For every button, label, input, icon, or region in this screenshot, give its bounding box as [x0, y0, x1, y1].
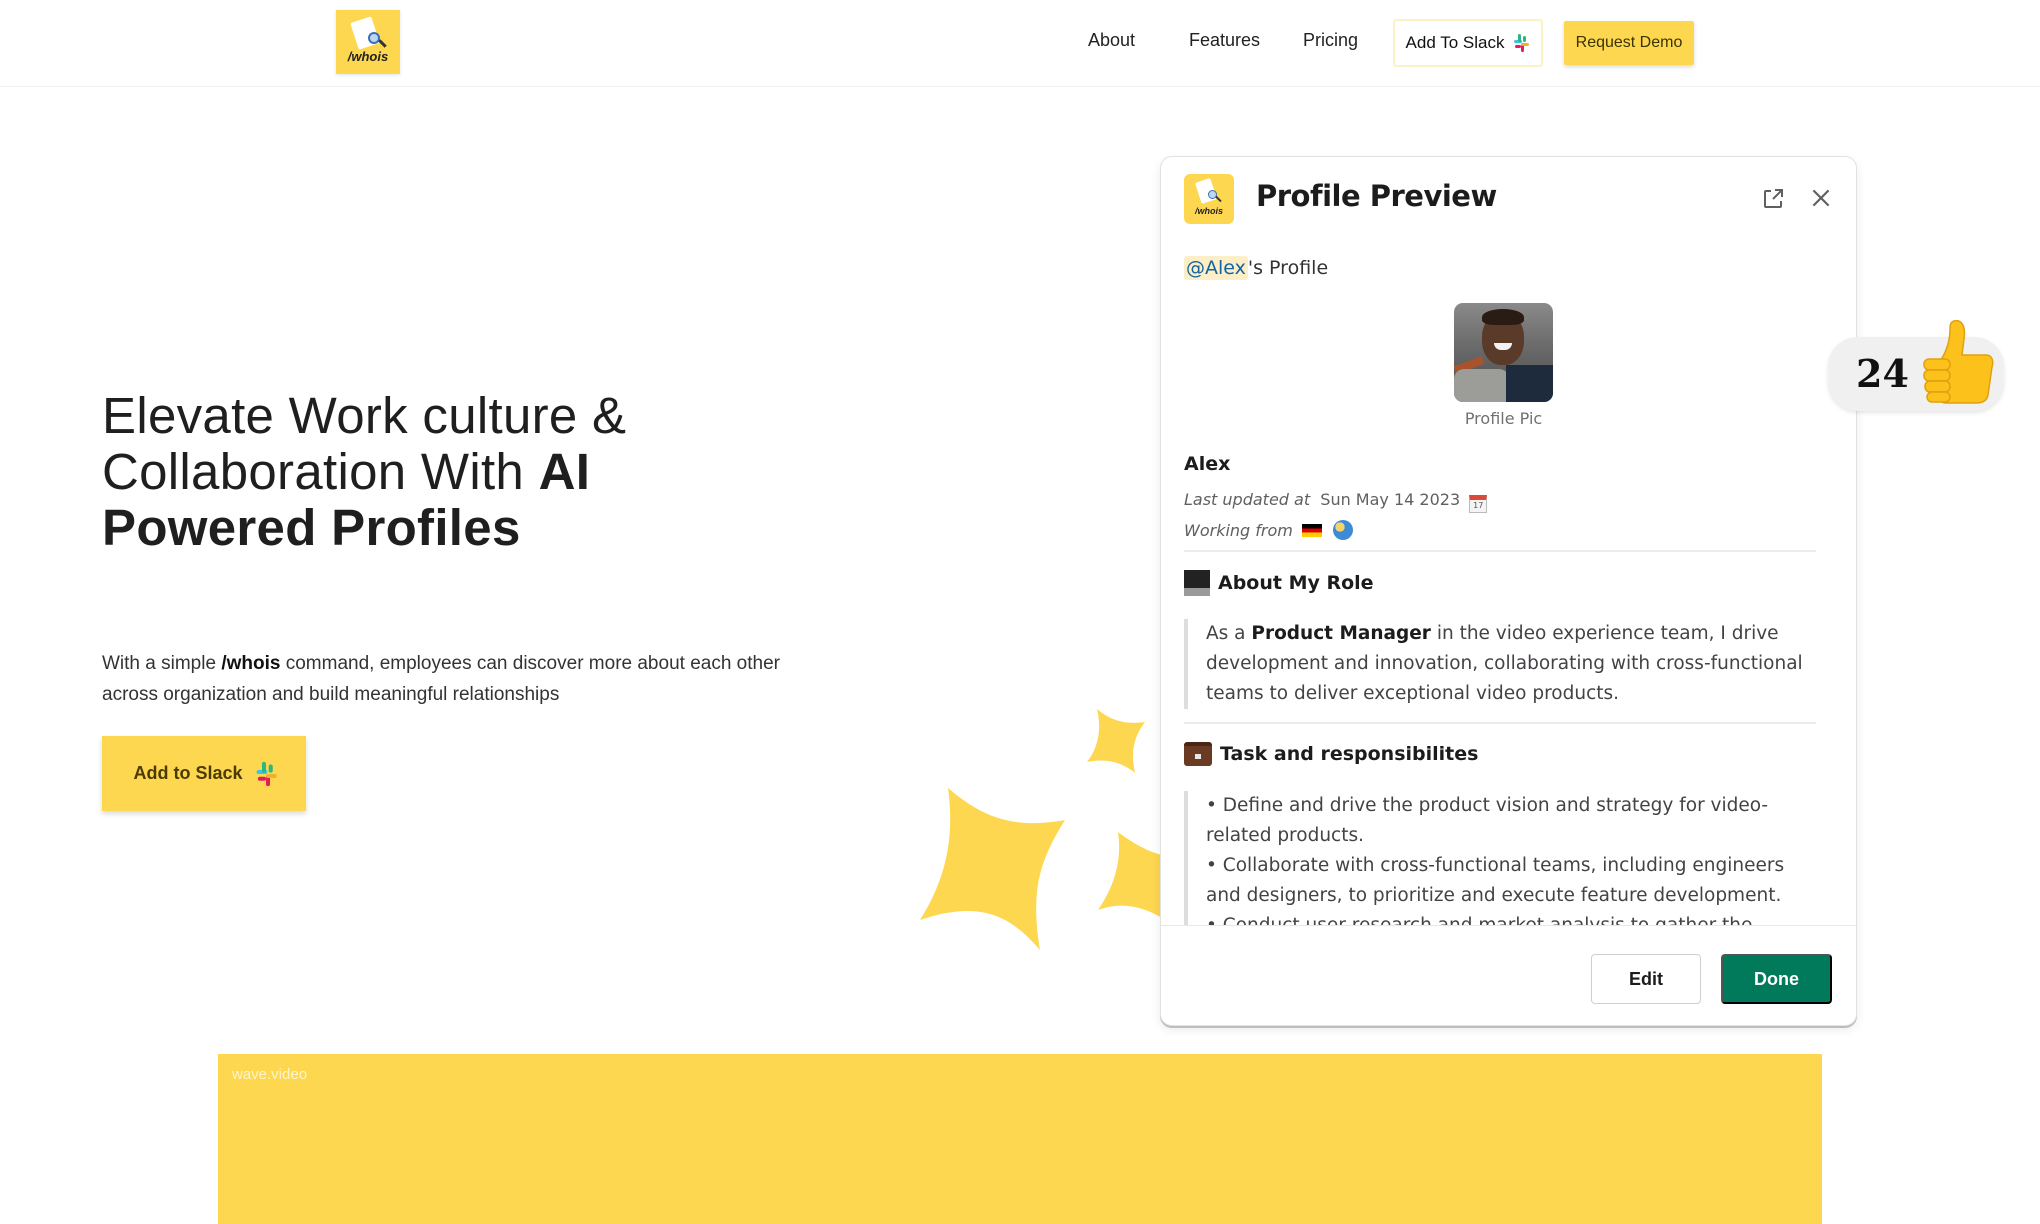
magnifier-handle	[1215, 195, 1222, 203]
role-prefix: As a	[1206, 623, 1252, 644]
edit-button[interactable]: Edit	[1591, 954, 1701, 1004]
hero-title-line3: Powered Profiles	[102, 499, 521, 556]
tasks-heading-text: Task and responsibilites	[1220, 743, 1479, 765]
tasks-heading: Task and responsibilites	[1184, 742, 1478, 766]
profile-preview-modal: /whois Profile Preview @Alex's Profile P…	[1160, 156, 1857, 1026]
modal-footer: Edit Done	[1161, 925, 1856, 1025]
done-button[interactable]: Done	[1721, 954, 1832, 1004]
globe-icon	[1333, 520, 1354, 540]
logo-text: /whois	[347, 49, 389, 64]
last-updated-label: Last updated at	[1184, 490, 1311, 509]
request-demo-button[interactable]: Request Demo	[1564, 21, 1694, 65]
divider	[1184, 550, 1816, 552]
thumbs-up-icon	[1923, 319, 1994, 404]
hero-add-to-slack-button[interactable]: Add to Slack	[102, 736, 306, 811]
sparkle-star-large	[920, 788, 1065, 950]
close-icon[interactable]	[1808, 185, 1834, 211]
user-mention[interactable]: @Alex	[1184, 256, 1248, 280]
hero-title-ai: AI	[538, 443, 591, 500]
hero-title: Elevate Work culture & Collaboration Wit…	[102, 388, 822, 556]
reaction-count: 24	[1856, 351, 1909, 396]
modal-app-icon: /whois	[1184, 174, 1234, 224]
nav-link-about[interactable]: About	[1088, 30, 1135, 51]
slack-icon	[1512, 34, 1530, 52]
role-title: Product Manager	[1251, 623, 1431, 644]
about-role-heading: About My Role	[1184, 570, 1374, 596]
divider	[1184, 722, 1816, 724]
video-watermark: wave.video	[232, 1066, 308, 1083]
briefcase-icon	[1184, 742, 1212, 766]
nav-link-pricing[interactable]: Pricing	[1303, 30, 1358, 51]
working-from: Working from	[1184, 520, 1354, 540]
hero-desc-command: /whois	[221, 653, 281, 674]
open-in-new-window-icon[interactable]	[1761, 187, 1785, 211]
about-role-heading-text: About My Role	[1218, 572, 1374, 594]
nav-link-features[interactable]: Features	[1189, 30, 1260, 51]
profile-owner-line: @Alex's Profile	[1184, 256, 1329, 280]
whois-logo[interactable]: /whois	[336, 10, 400, 74]
last-updated: Last updated at Sun May 14 2023 17	[1184, 490, 1488, 513]
sparkle-star-partial	[1098, 832, 1160, 917]
hero-title-line2: Collaboration With	[102, 443, 539, 500]
profile-picture	[1454, 303, 1553, 402]
nav-add-to-slack-label: Add To Slack	[1405, 33, 1505, 52]
germany-flag-icon	[1301, 524, 1322, 537]
profile-picture-caption: Profile Pic	[1464, 409, 1543, 428]
sparkle-stars-decoration	[920, 709, 1160, 950]
sparkle-star-small	[1087, 709, 1145, 773]
profile-owner-suffix: 's Profile	[1247, 257, 1329, 279]
modal-logo-text: /whois	[1194, 206, 1223, 216]
magnifier-handle	[378, 39, 387, 48]
tasks-list: • Define and drive the product vision an…	[1184, 791, 1824, 927]
slack-icon	[253, 761, 277, 786]
laptop-icon	[1184, 570, 1210, 596]
modal-title: Profile Preview	[1256, 179, 1497, 213]
hero-add-to-slack-label: Add to Slack	[133, 763, 243, 783]
nav-add-to-slack-button[interactable]: Add To Slack	[1393, 19, 1543, 67]
hero-desc-prefix: With a simple	[102, 653, 222, 674]
promo-video[interactable]: wave.video	[218, 1054, 1822, 1224]
calendar-icon: 17	[1469, 495, 1488, 513]
profile-name: Alex	[1184, 453, 1231, 475]
thumbs-up-reaction-badge: 24	[1828, 319, 2004, 411]
about-role-text: As a Product Manager in the video experi…	[1184, 619, 1824, 709]
task-item: • Collaborate with cross-functional team…	[1206, 855, 1785, 906]
top-navbar: /whois About Features Pricing Add To Sla…	[0, 0, 2040, 87]
hero-title-line1: Elevate Work culture &	[102, 387, 627, 444]
last-updated-value: Sun May 14 2023	[1320, 490, 1461, 509]
hero-description: With a simple /whois command, employees …	[102, 648, 782, 710]
task-item: • Define and drive the product vision an…	[1206, 795, 1769, 846]
working-from-label: Working from	[1184, 521, 1293, 540]
